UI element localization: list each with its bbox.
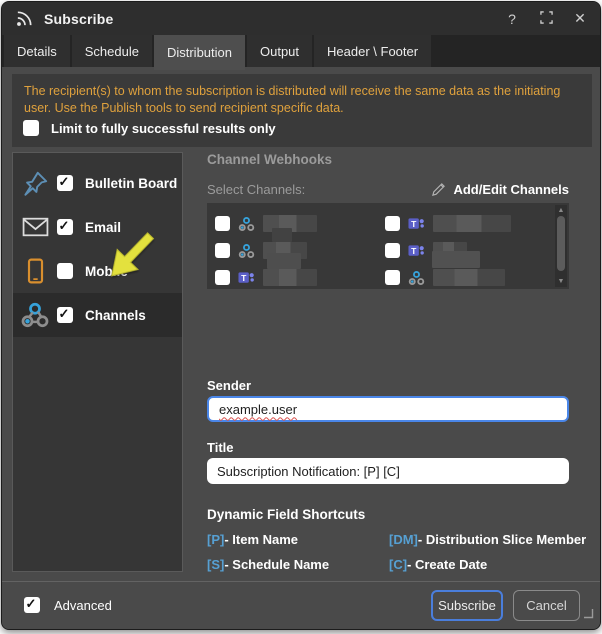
shortcut-item: [C]- Create Date bbox=[389, 557, 491, 572]
channel-checkbox[interactable] bbox=[215, 216, 230, 231]
add-edit-channels-link[interactable]: Add/Edit Channels bbox=[431, 182, 569, 197]
scroll-down-icon[interactable]: ▼ bbox=[555, 277, 567, 286]
tab-header-footer[interactable]: Header \ Footer bbox=[314, 35, 431, 67]
scroll-up-icon[interactable]: ▲ bbox=[555, 206, 567, 215]
email-icon bbox=[13, 217, 57, 237]
subscribe-button[interactable]: Subscribe bbox=[431, 590, 503, 621]
pin-icon bbox=[13, 170, 57, 197]
teams-icon: T bbox=[408, 243, 425, 259]
panel-heading: Channel Webhooks bbox=[207, 152, 569, 167]
scrollbar-thumb[interactable] bbox=[557, 216, 565, 271]
tab-output[interactable]: Output bbox=[247, 35, 312, 67]
limit-results-label: Limit to fully successful results only bbox=[51, 121, 276, 136]
email-checkbox[interactable] bbox=[57, 219, 73, 235]
redacted-channel-name bbox=[433, 269, 505, 286]
svg-text:T: T bbox=[411, 218, 417, 228]
mobile-checkbox[interactable] bbox=[57, 263, 73, 279]
channels-checkbox[interactable] bbox=[57, 307, 73, 323]
shortcut-item: [P]- Item Name bbox=[207, 532, 302, 547]
select-channels-label: Select Channels: bbox=[207, 182, 305, 197]
notice-text: The recipient(s) to whom the subscriptio… bbox=[24, 83, 580, 117]
tab-content: The recipient(s) to whom the subscriptio… bbox=[2, 67, 600, 583]
channel-checkbox[interactable] bbox=[215, 270, 230, 285]
subscribe-dialog: Subscribe ? ✕ Details Schedule Distribut… bbox=[1, 1, 601, 630]
sender-input[interactable]: example.user bbox=[207, 396, 569, 422]
svg-text:T: T bbox=[411, 245, 417, 255]
shortcut-item: [S]- Schedule Name bbox=[207, 557, 333, 572]
window-title: Subscribe bbox=[44, 11, 114, 27]
redacted-channel-name bbox=[263, 269, 317, 286]
maximize-icon[interactable] bbox=[536, 11, 556, 27]
limit-results-checkbox[interactable] bbox=[23, 120, 39, 136]
teams-icon: T bbox=[238, 270, 255, 286]
svg-text:T: T bbox=[241, 272, 247, 282]
notice-box: The recipient(s) to whom the subscriptio… bbox=[12, 74, 592, 147]
mobile-icon bbox=[13, 258, 57, 284]
sidebar-item-label: Channels bbox=[85, 308, 146, 323]
title-label: Title bbox=[207, 440, 234, 455]
bulletin-board-checkbox[interactable] bbox=[57, 175, 73, 191]
title-bar: Subscribe ? ✕ bbox=[2, 2, 600, 35]
channel-checkbox[interactable] bbox=[385, 270, 400, 285]
tab-details[interactable]: Details bbox=[4, 35, 70, 67]
webhook-icon bbox=[408, 270, 425, 286]
cancel-button[interactable]: Cancel bbox=[513, 590, 580, 621]
advanced-checkbox[interactable] bbox=[24, 597, 40, 613]
channel-row[interactable] bbox=[215, 215, 385, 232]
sender-label: Sender bbox=[207, 378, 251, 393]
distribution-type-list: Bulletin Board Email bbox=[12, 152, 183, 572]
sidebar-item-label: Bulletin Board bbox=[85, 176, 177, 191]
webhook-icon bbox=[238, 216, 255, 232]
webhook-icon bbox=[13, 301, 57, 329]
teams-icon: T bbox=[408, 216, 425, 232]
tab-schedule[interactable]: Schedule bbox=[72, 35, 152, 67]
advanced-label: Advanced bbox=[54, 598, 112, 613]
title-value: Subscription Notification: [P] [C] bbox=[217, 464, 400, 479]
channel-list-scrollbar[interactable]: ▲ ▼ bbox=[555, 205, 567, 287]
pencil-icon bbox=[431, 182, 446, 197]
sidebar-item-bulletin-board[interactable]: Bulletin Board bbox=[13, 161, 182, 205]
shortcuts-heading: Dynamic Field Shortcuts bbox=[207, 507, 365, 522]
sender-value: example.user bbox=[219, 402, 297, 417]
feed-icon bbox=[15, 9, 34, 28]
tab-bar: Details Schedule Distribution Output Hea… bbox=[2, 35, 600, 67]
channel-checkbox[interactable] bbox=[385, 216, 400, 231]
sidebar-item-channels[interactable]: Channels bbox=[13, 293, 182, 337]
redacted-channel-name bbox=[433, 215, 511, 232]
resize-grip-icon[interactable] bbox=[582, 606, 594, 624]
help-icon[interactable]: ? bbox=[502, 11, 522, 27]
channel-row[interactable]: T bbox=[215, 269, 385, 286]
channel-checkbox[interactable] bbox=[215, 243, 230, 258]
close-icon[interactable]: ✕ bbox=[570, 10, 590, 27]
channel-checkbox[interactable] bbox=[385, 243, 400, 258]
webhook-icon bbox=[238, 243, 255, 259]
channel-webhooks-panel: Channel Webhooks Select Channels: Add/Ed… bbox=[207, 152, 569, 167]
channel-list: T T T bbox=[207, 203, 569, 289]
channel-row[interactable] bbox=[385, 269, 545, 286]
tab-distribution[interactable]: Distribution bbox=[154, 35, 245, 70]
title-input[interactable]: Subscription Notification: [P] [C] bbox=[207, 458, 569, 484]
channel-row[interactable]: T bbox=[385, 215, 545, 232]
shortcut-item: [DM]- Distribution Slice Member bbox=[389, 532, 590, 547]
dialog-footer: Advanced Subscribe Cancel bbox=[2, 581, 600, 629]
